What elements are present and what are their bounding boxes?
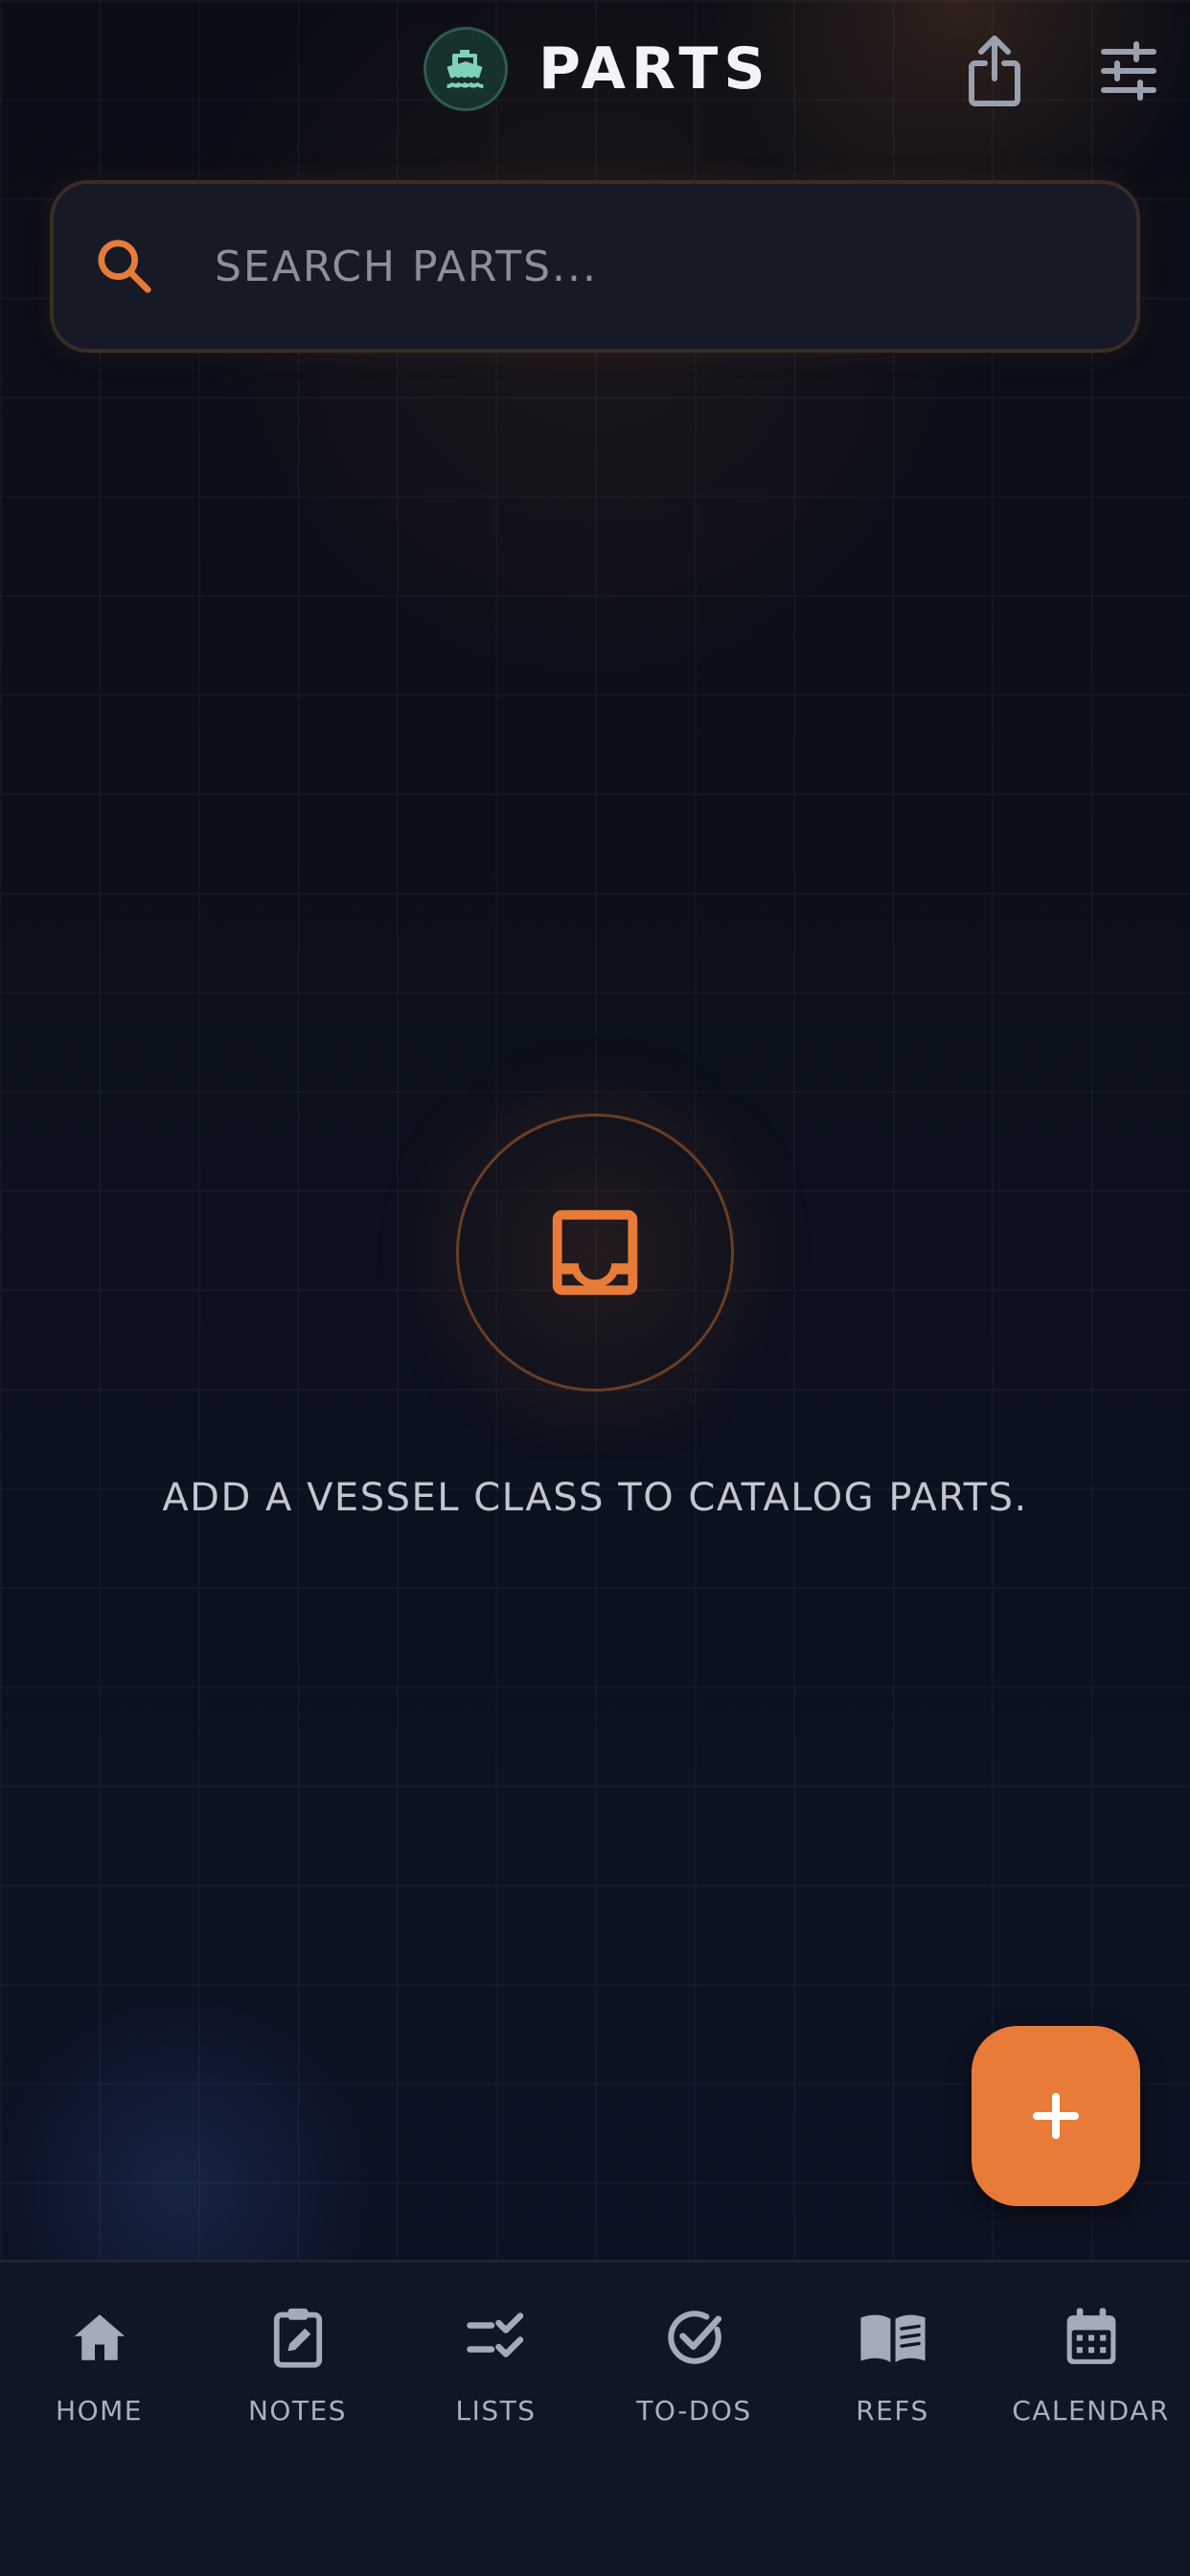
nav-label-calendar: CALENDAR	[1012, 2395, 1170, 2426]
nav-label-refs: REFS	[856, 2395, 929, 2426]
parts-screen: PARTS SEARCH PARTS... ADD A VESSEL CLASS…	[0, 0, 1190, 2576]
nav-label-lists: LISTS	[455, 2395, 537, 2426]
home-icon	[63, 2301, 136, 2374]
nav-item-calendar[interactable]: CALENDAR	[992, 2301, 1190, 2454]
page-title: PARTS	[538, 35, 771, 103]
bottom-nav: HOME NOTES LISTS TO-DOS REFS CALENDAR	[0, 2260, 1190, 2576]
nav-label-todos: TO-DOS	[636, 2395, 752, 2426]
clipboard-edit-icon	[262, 2301, 334, 2374]
nav-item-todos[interactable]: TO-DOS	[595, 2301, 793, 2454]
ship-icon	[423, 27, 508, 111]
plus-icon	[1033, 2093, 1079, 2139]
filter-button[interactable]	[1092, 34, 1165, 107]
search-bar[interactable]	[50, 180, 1140, 353]
calendar-icon	[1055, 2301, 1128, 2374]
share-button[interactable]	[958, 34, 1031, 107]
share-icon	[969, 35, 1020, 106]
check-circle-icon	[658, 2301, 731, 2374]
header: PARTS	[0, 0, 1190, 153]
book-open-icon	[857, 2301, 929, 2374]
nav-label-notes: NOTES	[247, 2395, 348, 2426]
search-input[interactable]	[213, 213, 1079, 320]
empty-state-message: ADD A VESSEL CLASS TO CATALOG PARTS.	[162, 1476, 1028, 1520]
checklist-icon	[460, 2301, 533, 2374]
nav-item-notes[interactable]: NOTES	[198, 2301, 397, 2454]
search-icon	[98, 240, 151, 293]
nav-item-refs[interactable]: REFS	[793, 2301, 992, 2454]
sliders-icon	[1101, 41, 1156, 101]
empty-state-badge	[456, 1114, 734, 1392]
nav-label-home: HOME	[56, 2395, 143, 2426]
nav-item-lists[interactable]: LISTS	[397, 2301, 595, 2454]
nav-item-home[interactable]: HOME	[0, 2301, 198, 2454]
inbox-icon	[552, 1209, 638, 1296]
add-part-button[interactable]	[972, 2026, 1140, 2206]
